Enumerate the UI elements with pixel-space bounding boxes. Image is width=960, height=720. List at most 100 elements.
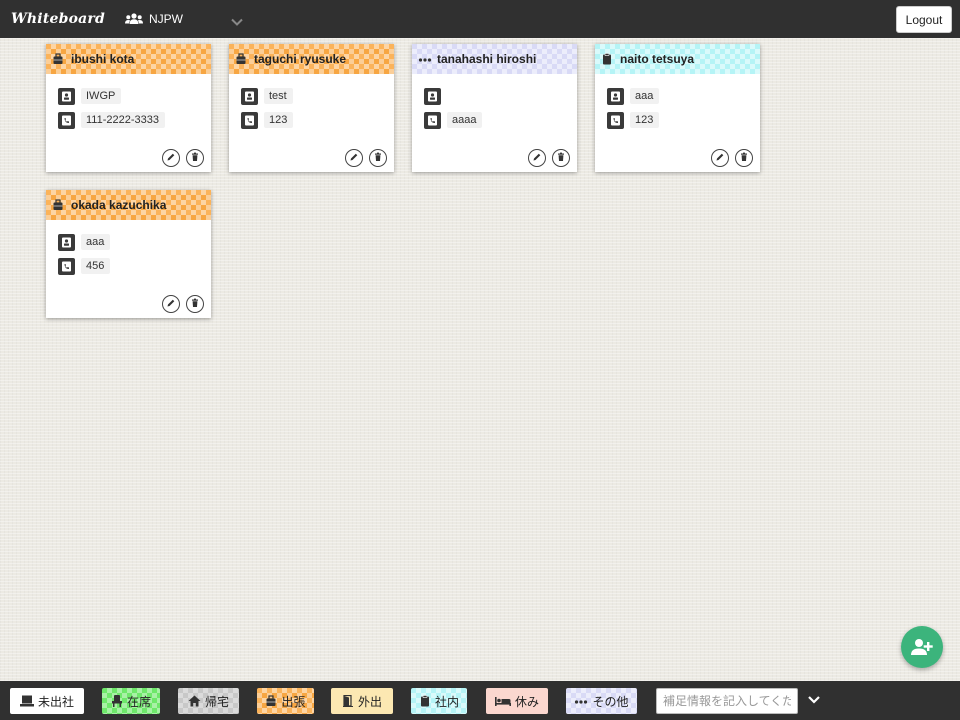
add-user-button[interactable]	[901, 626, 943, 668]
trash-icon	[190, 297, 200, 311]
card-header: okada kazuchika	[46, 190, 211, 220]
card-actions	[528, 149, 570, 167]
user-field-2: 123	[630, 112, 660, 128]
delete-button[interactable]	[186, 295, 204, 313]
status-label: 在席	[126, 694, 151, 709]
user-field-2: aaaa	[447, 112, 483, 128]
status-button[interactable]: 未出社	[10, 688, 84, 714]
card-header: naito tetsuya	[595, 44, 760, 74]
user-card: tanahashi hiroshi aaaa	[412, 44, 577, 172]
card-actions	[345, 149, 387, 167]
status-button[interactable]: その他	[566, 688, 637, 714]
user-name: naito tetsuya	[620, 52, 695, 66]
user-field-1: IWGP	[81, 88, 122, 104]
status-label: 出張	[281, 694, 306, 709]
card-field-row: test	[241, 87, 394, 105]
delete-button[interactable]	[186, 149, 204, 167]
user-name: tanahashi hiroshi	[437, 52, 537, 66]
group-selector[interactable]: NJPW	[124, 0, 243, 38]
pencil-icon	[715, 151, 725, 165]
logout-button[interactable]: Logout	[896, 6, 952, 33]
card-field-row: 456	[58, 257, 211, 275]
top-bar: Whiteboard NJPW Logout	[0, 0, 960, 38]
suitcase-icon	[235, 53, 247, 65]
phone-book-icon	[58, 111, 75, 129]
card-header: taguchi ryusuke	[229, 44, 394, 74]
contact-card-icon	[58, 233, 75, 251]
card-field-row: aaa	[58, 233, 211, 251]
card-field-row	[424, 87, 577, 105]
status-label: 休み	[514, 694, 539, 709]
edit-button[interactable]	[162, 149, 180, 167]
user-field-1: aaa	[81, 234, 111, 250]
status-label: 社内	[434, 694, 459, 709]
add-user-icon	[911, 639, 933, 655]
status-button[interactable]: 社内	[411, 688, 467, 714]
desk-icon	[19, 695, 34, 707]
delete-button[interactable]	[735, 149, 753, 167]
card-field-row: 123	[241, 111, 394, 129]
contact-card-icon	[424, 87, 441, 105]
delete-button[interactable]	[369, 149, 387, 167]
contact-card-icon	[241, 87, 258, 105]
delete-button[interactable]	[552, 149, 570, 167]
trash-icon	[739, 151, 749, 165]
edit-button[interactable]	[162, 295, 180, 313]
user-field-2: 456	[81, 258, 111, 274]
user-name: taguchi ryusuke	[254, 52, 347, 66]
card-header: tanahashi hiroshi	[412, 44, 577, 74]
memo-input[interactable]	[656, 688, 798, 714]
trash-icon	[373, 151, 383, 165]
phone-book-icon	[58, 257, 75, 275]
edit-button[interactable]	[528, 149, 546, 167]
status-button[interactable]: 休み	[486, 688, 548, 714]
phone-book-icon	[607, 111, 624, 129]
chevron-down-icon	[231, 15, 243, 26]
suitcase-icon	[52, 53, 64, 65]
card-field-row: 123	[607, 111, 760, 129]
bed-icon	[494, 695, 511, 707]
status-label: 帰宅	[204, 694, 229, 709]
suitcase-icon	[265, 695, 277, 707]
user-field-1: aaa	[630, 88, 660, 104]
chevron-down-icon[interactable]	[806, 693, 822, 707]
user-name: ibushi kota	[71, 52, 135, 66]
trash-icon	[190, 151, 200, 165]
trash-icon	[556, 151, 566, 165]
user-field-2: 123	[264, 112, 294, 128]
ellipsis-icon	[418, 53, 432, 65]
status-button[interactable]: 外出	[331, 688, 393, 714]
user-card: naito tetsuya aaa 123	[595, 44, 760, 172]
card-field-row: 111-2222-3333	[58, 111, 211, 129]
user-card: ibushi kota IWGP 111-2222-3333	[46, 44, 211, 172]
group-name: NJPW	[148, 12, 183, 26]
door-icon	[342, 694, 354, 707]
ellipsis-icon	[574, 695, 588, 707]
user-card: taguchi ryusuke test 123	[229, 44, 394, 172]
pencil-icon	[349, 151, 359, 165]
user-field-1	[447, 88, 467, 104]
card-field-row: aaa	[607, 87, 760, 105]
status-button[interactable]: 帰宅	[178, 688, 239, 714]
card-actions	[162, 295, 204, 313]
phone-book-icon	[241, 111, 258, 129]
card-field-row: aaaa	[424, 111, 577, 129]
phone-book-icon	[424, 111, 441, 129]
home-icon	[188, 695, 201, 707]
pencil-icon	[166, 151, 176, 165]
clipboard-icon	[601, 53, 613, 65]
edit-button[interactable]	[711, 149, 729, 167]
user-field-1: test	[264, 88, 293, 104]
user-field-2: 111-2222-3333	[81, 112, 165, 128]
edit-button[interactable]	[345, 149, 363, 167]
card-field-row: IWGP	[58, 87, 211, 105]
contact-card-icon	[607, 87, 624, 105]
clipboard-icon	[419, 695, 431, 707]
status-button[interactable]: 在席	[102, 688, 160, 714]
status-button[interactable]: 出張	[257, 688, 314, 714]
pencil-icon	[532, 151, 542, 165]
card-actions	[711, 149, 753, 167]
card-actions	[162, 149, 204, 167]
app-brand: Whiteboard	[11, 11, 105, 27]
status-label: 外出	[357, 694, 382, 709]
